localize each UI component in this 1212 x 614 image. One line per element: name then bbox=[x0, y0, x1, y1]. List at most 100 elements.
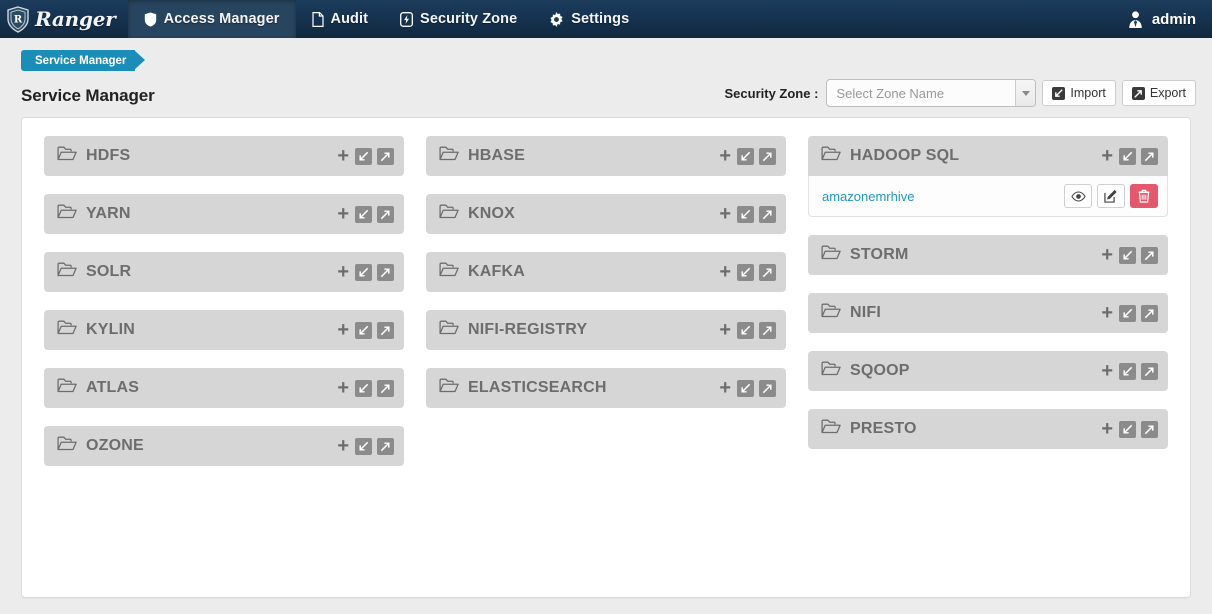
export-service-button[interactable] bbox=[759, 263, 776, 281]
nav-item-security-zone[interactable]: Security Zone bbox=[384, 0, 533, 38]
edit-service-button[interactable] bbox=[1097, 184, 1125, 208]
service-card-header-nifi[interactable]: NIFI + bbox=[808, 293, 1168, 333]
service-card: HADOOP SQL + amazonemrhive bbox=[808, 136, 1168, 217]
add-service-button[interactable]: + bbox=[336, 436, 350, 456]
export-service-button[interactable] bbox=[1141, 147, 1158, 165]
add-service-button[interactable]: + bbox=[336, 262, 350, 282]
export-service-button[interactable] bbox=[377, 437, 394, 455]
add-service-button[interactable]: + bbox=[1100, 303, 1114, 323]
service-card-header-elasticsearch[interactable]: ELASTICSEARCH + bbox=[426, 368, 786, 408]
import-service-button[interactable] bbox=[737, 205, 754, 223]
gear-icon bbox=[549, 11, 564, 27]
export-service-button[interactable] bbox=[1141, 362, 1158, 380]
export-service-button[interactable] bbox=[377, 147, 394, 165]
service-card-actions: + bbox=[718, 378, 776, 398]
service-card: HDFS + bbox=[44, 136, 404, 176]
service-column: HDFS + YARN + SOLR + KYLIN + ATLAS + OZONE + bbox=[44, 136, 404, 484]
service-card: SQOOP + bbox=[808, 351, 1168, 391]
service-card-header-solr[interactable]: SOLR + bbox=[44, 252, 404, 292]
import-service-button[interactable] bbox=[1119, 304, 1136, 322]
service-card: KAFKA + bbox=[426, 252, 786, 292]
import-button[interactable]: Import bbox=[1042, 80, 1116, 106]
export-service-button[interactable] bbox=[377, 321, 394, 339]
view-service-button[interactable] bbox=[1064, 184, 1092, 208]
import-service-button[interactable] bbox=[737, 263, 754, 281]
export-service-button[interactable] bbox=[377, 263, 394, 281]
service-card-header-hadoop-sql[interactable]: HADOOP SQL + bbox=[808, 136, 1168, 176]
add-service-button[interactable]: + bbox=[336, 204, 350, 224]
nav-item-audit[interactable]: Audit bbox=[296, 0, 385, 38]
import-service-button[interactable] bbox=[355, 321, 372, 339]
import-service-button[interactable] bbox=[737, 379, 754, 397]
import-service-button[interactable] bbox=[355, 205, 372, 223]
delete-service-button[interactable] bbox=[1130, 184, 1158, 208]
service-card-actions: + bbox=[1100, 245, 1158, 265]
export-service-button[interactable] bbox=[759, 147, 776, 165]
add-service-button[interactable]: + bbox=[336, 320, 350, 340]
import-service-button[interactable] bbox=[355, 263, 372, 281]
import-service-button[interactable] bbox=[737, 321, 754, 339]
service-card-actions: + bbox=[336, 262, 394, 282]
service-card-header-nifi-registry[interactable]: NIFI-REGISTRY + bbox=[426, 310, 786, 350]
add-service-button[interactable]: + bbox=[1100, 419, 1114, 439]
service-card-header-hbase[interactable]: HBASE + bbox=[426, 136, 786, 176]
folder-open-icon bbox=[821, 146, 841, 167]
import-service-button[interactable] bbox=[1119, 147, 1136, 165]
service-card-header-kafka[interactable]: KAFKA + bbox=[426, 252, 786, 292]
export-service-button[interactable] bbox=[759, 379, 776, 397]
service-card-header-kylin[interactable]: KYLIN + bbox=[44, 310, 404, 350]
import-service-button[interactable] bbox=[1119, 420, 1136, 438]
add-service-button[interactable]: + bbox=[1100, 245, 1114, 265]
service-card: YARN + bbox=[44, 194, 404, 234]
export-label: Export bbox=[1149, 86, 1186, 100]
folder-open-icon bbox=[439, 378, 459, 399]
export-service-button[interactable] bbox=[1141, 246, 1158, 264]
export-service-button[interactable] bbox=[1141, 304, 1158, 322]
service-link[interactable]: amazonemrhive bbox=[822, 189, 915, 204]
service-card-title: NIFI-REGISTRY bbox=[468, 321, 588, 338]
add-service-button[interactable]: + bbox=[718, 320, 732, 340]
export-service-button[interactable] bbox=[1141, 420, 1158, 438]
add-service-button[interactable]: + bbox=[718, 378, 732, 398]
service-card-title: HDFS bbox=[86, 147, 131, 164]
service-column: HADOOP SQL + amazonemrhive STORM + NIFI + SQOOP… bbox=[808, 136, 1168, 484]
add-service-button[interactable]: + bbox=[718, 204, 732, 224]
nav-item-access-manager[interactable]: Access Manager bbox=[127, 0, 296, 38]
top-navbar: R Ranger Access Manager Audit Security Z… bbox=[0, 0, 1212, 38]
add-service-button[interactable]: + bbox=[1100, 146, 1114, 166]
folder-open-icon bbox=[821, 303, 841, 324]
breadcrumb-item-service-manager[interactable]: Service Manager bbox=[21, 50, 146, 71]
import-service-button[interactable] bbox=[1119, 362, 1136, 380]
add-service-button[interactable]: + bbox=[718, 146, 732, 166]
add-service-button[interactable]: + bbox=[336, 146, 350, 166]
import-service-button[interactable] bbox=[355, 379, 372, 397]
export-service-button[interactable] bbox=[759, 321, 776, 339]
add-service-button[interactable]: + bbox=[1100, 361, 1114, 381]
service-card-header-sqoop[interactable]: SQOOP + bbox=[808, 351, 1168, 391]
service-card-header-ozone[interactable]: OZONE + bbox=[44, 426, 404, 466]
export-service-button[interactable] bbox=[377, 379, 394, 397]
service-card-header-yarn[interactable]: YARN + bbox=[44, 194, 404, 234]
export-service-button[interactable] bbox=[759, 205, 776, 223]
import-service-button[interactable] bbox=[1119, 246, 1136, 264]
user-tie-icon bbox=[1126, 10, 1145, 29]
add-service-button[interactable]: + bbox=[718, 262, 732, 282]
import-service-button[interactable] bbox=[355, 147, 372, 165]
service-card-header-atlas[interactable]: ATLAS + bbox=[44, 368, 404, 408]
import-service-button[interactable] bbox=[737, 147, 754, 165]
import-service-button[interactable] bbox=[355, 437, 372, 455]
export-button[interactable]: Export bbox=[1121, 80, 1196, 106]
service-card-header-hdfs[interactable]: HDFS + bbox=[44, 136, 404, 176]
security-zone-select[interactable]: Select Zone Name bbox=[826, 79, 1037, 107]
service-card-header-presto[interactable]: PRESTO + bbox=[808, 409, 1168, 449]
service-card-header-storm[interactable]: STORM + bbox=[808, 235, 1168, 275]
brand-logo[interactable]: R Ranger bbox=[0, 0, 128, 38]
export-service-button[interactable] bbox=[377, 205, 394, 223]
file-icon bbox=[311, 11, 324, 27]
service-card-actions: + bbox=[718, 262, 776, 282]
nav-item-settings[interactable]: Settings bbox=[533, 0, 645, 38]
user-menu[interactable]: admin bbox=[1116, 0, 1212, 38]
add-service-button[interactable]: + bbox=[336, 378, 350, 398]
service-card-header-knox[interactable]: KNOX + bbox=[426, 194, 786, 234]
service-card: PRESTO + bbox=[808, 409, 1168, 449]
